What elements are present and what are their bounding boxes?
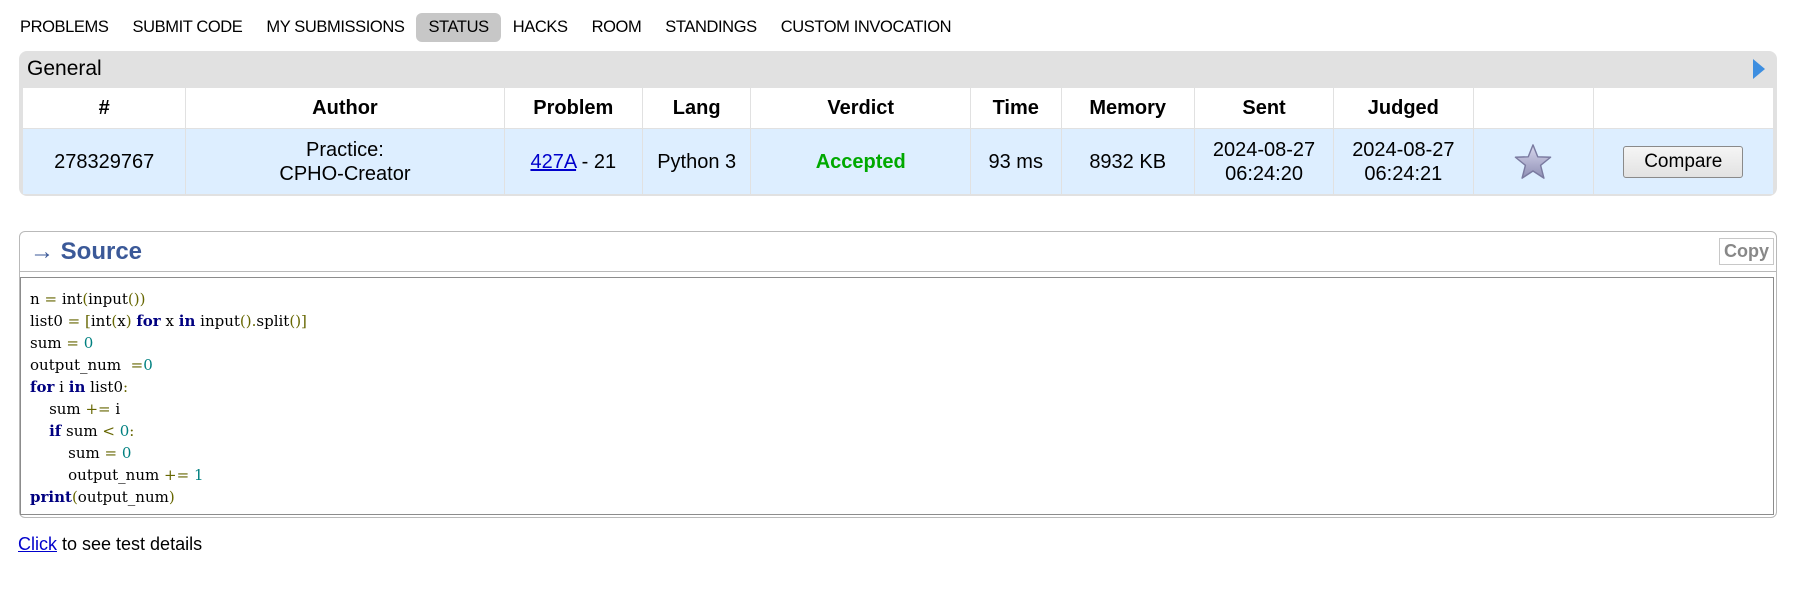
author-handle[interactable]: CPHO-Creator [186,162,503,186]
problem-link[interactable]: 427A [530,151,576,173]
top-nav: PROBLEMS SUBMIT CODE MY SUBMISSIONS STAT… [12,12,963,42]
source-title: → Source [30,237,143,265]
nav-submit-code[interactable]: SUBMIT CODE [121,13,255,42]
code-line: n = int(input()) [30,290,146,308]
submission-id: 278329767 [23,128,187,194]
judged-cell: 2024-08-27 06:24:21 [1333,128,1474,194]
verdict-badge: Accepted [815,150,906,173]
star-cell [1473,128,1594,194]
source-panel: → Source Copy n = int(input()) list0 = [… [19,231,1777,518]
source-header: → Source Copy [20,232,1776,272]
nav-my-submissions[interactable]: MY SUBMISSIONS [254,13,416,42]
author-practice-label: Practice: [306,138,384,161]
column-header-judged: Judged [1333,88,1474,129]
code-line: output_num += 1 [68,466,204,484]
nav-status[interactable]: STATUS [416,12,501,42]
test-details-link[interactable]: Click [18,534,57,554]
code-line: sum += i [49,400,121,418]
nav-room[interactable]: ROOM [580,13,654,42]
problem-cell: 427A - 21 [504,128,643,194]
code-line: output_num =0 [30,356,153,374]
compare-button[interactable]: Compare [1623,145,1744,178]
compare-cell: Compare [1593,128,1773,194]
code-line: if sum < 0: [49,422,135,440]
source-code: n = int(input()) list0 = [int(x) for x i… [21,278,1773,518]
code-line: print(output_num) [30,488,175,506]
sent-date: 2024-08-27 [1212,138,1316,161]
expand-arrow-icon[interactable] [1753,59,1765,79]
column-header-author: Author [185,88,505,129]
problem-suffix: - 21 [576,150,617,173]
column-header-sent: Sent [1194,88,1335,129]
code-line: list0 = [int(x) for x in input().split()… [30,312,307,330]
column-header-memory: Memory [1061,88,1195,129]
column-header-star [1473,88,1594,129]
table-header-row: # Author Problem Lang Verdict Time Memor… [23,88,1773,129]
nav-hacks[interactable]: HACKS [501,13,580,42]
lang-cell: Python 3 [642,128,752,194]
status-panel: General # Author Problem Lang Verdict Ti… [19,51,1777,196]
nav-standings[interactable]: STANDINGS [653,13,768,42]
judged-date: 2024-08-27 [1352,138,1455,161]
column-header-verdict: Verdict [750,88,971,129]
nav-problems[interactable]: PROBLEMS [12,13,121,42]
sent-time: 06:24:20 [1225,162,1303,185]
status-header: General [19,51,1777,87]
column-header-problem: Problem [504,88,643,129]
submission-table: # Author Problem Lang Verdict Time Memor… [23,88,1773,194]
status-title: General [27,57,102,80]
nav-custom-invocation[interactable]: CUSTOM INVOCATION [769,13,963,42]
column-header-id: # [23,88,187,129]
table-row: 278329767 Practice: CPHO-Creator 427A - … [23,128,1773,194]
source-code-box[interactable]: n = int(input()) list0 = [int(x) for x i… [20,277,1774,515]
verdict-cell: Accepted [750,128,971,194]
author-cell: Practice: CPHO-Creator [185,128,505,194]
memory-cell: 8932 KB [1061,128,1195,194]
code-line: for i in list0: [30,378,129,396]
test-details-line: Click to see test details [18,534,202,555]
page: PROBLEMS SUBMIT CODE MY SUBMISSIONS STAT… [0,0,1798,597]
code-line: sum = 0 [30,334,94,352]
column-header-time: Time [970,88,1062,129]
time-cell: 93 ms [970,128,1062,194]
copy-button[interactable]: Copy [1719,238,1774,265]
test-details-text: to see test details [57,534,203,554]
code-line: sum = 0 [68,444,132,462]
column-header-lang: Lang [642,88,752,129]
column-header-compare [1593,88,1773,129]
sent-cell: 2024-08-27 06:24:20 [1194,128,1335,194]
star-icon[interactable] [1474,143,1593,181]
judged-time: 06:24:21 [1364,162,1443,185]
